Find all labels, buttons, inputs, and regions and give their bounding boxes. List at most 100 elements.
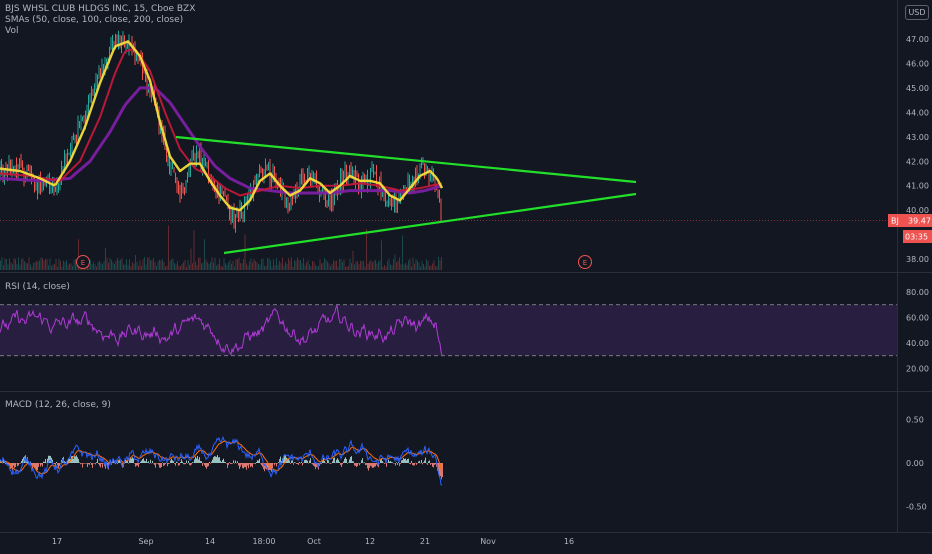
- macd-axis-tick: -0.50: [906, 503, 927, 512]
- macd-histogram-bar: [350, 457, 351, 463]
- macd-histogram-bar: [257, 460, 258, 463]
- macd-histogram-bar: [213, 457, 214, 463]
- macd-histogram-bar: [174, 463, 175, 464]
- lower-trendline[interactable]: [223, 192, 637, 255]
- macd-histogram-bar: [169, 463, 170, 464]
- macd-histogram-bar: [173, 461, 174, 463]
- macd-histogram-bar: [356, 463, 357, 468]
- macd-histogram-bar: [386, 463, 387, 467]
- chart-canvas[interactable]: E E 47.00 46.00 45.00 44.00 43.00 42.00 41.00 40.…: [0, 0, 932, 550]
- macd-histogram-bar: [93, 463, 94, 464]
- macd-histogram-bar: [304, 460, 305, 463]
- macd-histogram-bar: [361, 460, 362, 463]
- macd-histogram-bar: [207, 463, 208, 467]
- macd-histogram-bar: [364, 462, 365, 463]
- volume-bar: [60, 261, 61, 270]
- volume-bar: [13, 258, 15, 270]
- volume-bar: [117, 257, 118, 270]
- volume-bar: [274, 265, 276, 270]
- volume-bar: [225, 263, 226, 270]
- volume-bar: [22, 258, 24, 270]
- volume-bar: [249, 261, 250, 270]
- macd-histogram-bar: [145, 461, 146, 463]
- macd-histogram-bar: [192, 462, 193, 463]
- volume-bar: [73, 259, 75, 270]
- volume-bar: [391, 265, 393, 270]
- macd-histogram-bar: [89, 463, 90, 465]
- volume-bar: [166, 265, 168, 270]
- volume-bar: [48, 265, 49, 270]
- macd-histogram-bar: [146, 458, 147, 463]
- macd-histogram-bar: [375, 463, 376, 467]
- volume-bar: [267, 258, 268, 270]
- macd-histogram-bar: [226, 463, 227, 464]
- macd-histogram-bar: [81, 463, 82, 464]
- macd-histogram-bar: [354, 463, 355, 466]
- macd-histogram-bar: [412, 463, 413, 466]
- volume-bar: [126, 259, 127, 270]
- volume-bar: [417, 260, 418, 270]
- macd-histogram-bar: [334, 457, 335, 463]
- macd-histogram-bar: [83, 463, 84, 464]
- volume-bar: [316, 266, 318, 270]
- volume-bar: [406, 264, 408, 270]
- macd-histogram-bar: [65, 462, 66, 463]
- macd-histogram-bar: [400, 463, 401, 464]
- volume-bar: [411, 266, 412, 270]
- last-price-label: 39.47: [908, 217, 931, 226]
- macd-histogram-bar: [74, 456, 75, 463]
- volume-bar: [270, 260, 271, 270]
- volume-bar: [312, 260, 313, 270]
- volume-bar: [109, 258, 111, 270]
- macd-histogram-bar: [352, 461, 353, 463]
- macd-histogram-bar: [141, 460, 142, 463]
- macd-histogram-bar: [417, 463, 418, 464]
- macd-histogram-bar: [250, 463, 251, 468]
- volume-bar: [321, 263, 322, 270]
- macd-histogram-bar: [369, 463, 370, 468]
- volume-bar: [18, 257, 19, 270]
- volume-bar: [207, 262, 208, 270]
- macd-histogram-bar: [154, 463, 155, 466]
- macd-histogram-bar: [143, 458, 144, 463]
- macd-histogram-bar: [291, 460, 292, 463]
- currency-button[interactable]: USD: [905, 5, 929, 20]
- chart-root[interactable]: E E 47.00 46.00 45.00 44.00 43.00 42.00 41.00 40.…: [0, 0, 932, 550]
- macd-histogram-bar: [366, 463, 367, 465]
- macd-histogram-bar: [239, 463, 240, 470]
- volume-bar: [237, 259, 238, 270]
- volume-bar: [195, 261, 196, 270]
- volume-bar: [394, 254, 396, 270]
- macd-histogram-bar: [365, 463, 366, 466]
- macd-histogram-bar: [188, 460, 189, 463]
- macd-histogram-bar: [413, 463, 414, 466]
- macd-histogram-bar: [236, 462, 237, 464]
- volume-bar: [357, 261, 358, 270]
- volume-bar: [174, 262, 175, 270]
- macd-histogram-bar: [351, 456, 352, 463]
- macd-histogram-bar: [367, 463, 368, 469]
- macd-histogram-bar: [37, 463, 38, 471]
- macd-histogram-bar: [306, 459, 307, 463]
- upper-trendline[interactable]: [175, 135, 637, 184]
- volume-bar: [219, 258, 220, 270]
- volume-bar: [37, 261, 39, 270]
- volume-bar: [58, 258, 60, 270]
- macd-histogram-bar: [157, 463, 158, 464]
- macd-axis-tick: 0.50: [906, 416, 924, 425]
- macd-histogram-bar: [401, 460, 402, 463]
- macd-histogram-bar: [227, 463, 228, 468]
- macd-histogram-bar: [210, 463, 211, 464]
- volume-bar: [246, 263, 247, 270]
- volume-bar: [250, 258, 252, 270]
- macd-histogram-bar: [182, 461, 183, 463]
- volume-bar: [51, 266, 52, 270]
- volume-bar: [105, 248, 106, 270]
- volume-bar: [370, 260, 372, 270]
- volume-bar: [276, 258, 277, 270]
- volume-bar: [280, 262, 282, 270]
- macd-histogram-bar: [338, 459, 339, 463]
- earnings-event-label: E: [81, 259, 85, 267]
- macd-histogram-bar: [16, 463, 17, 464]
- volume-bar: [72, 265, 73, 270]
